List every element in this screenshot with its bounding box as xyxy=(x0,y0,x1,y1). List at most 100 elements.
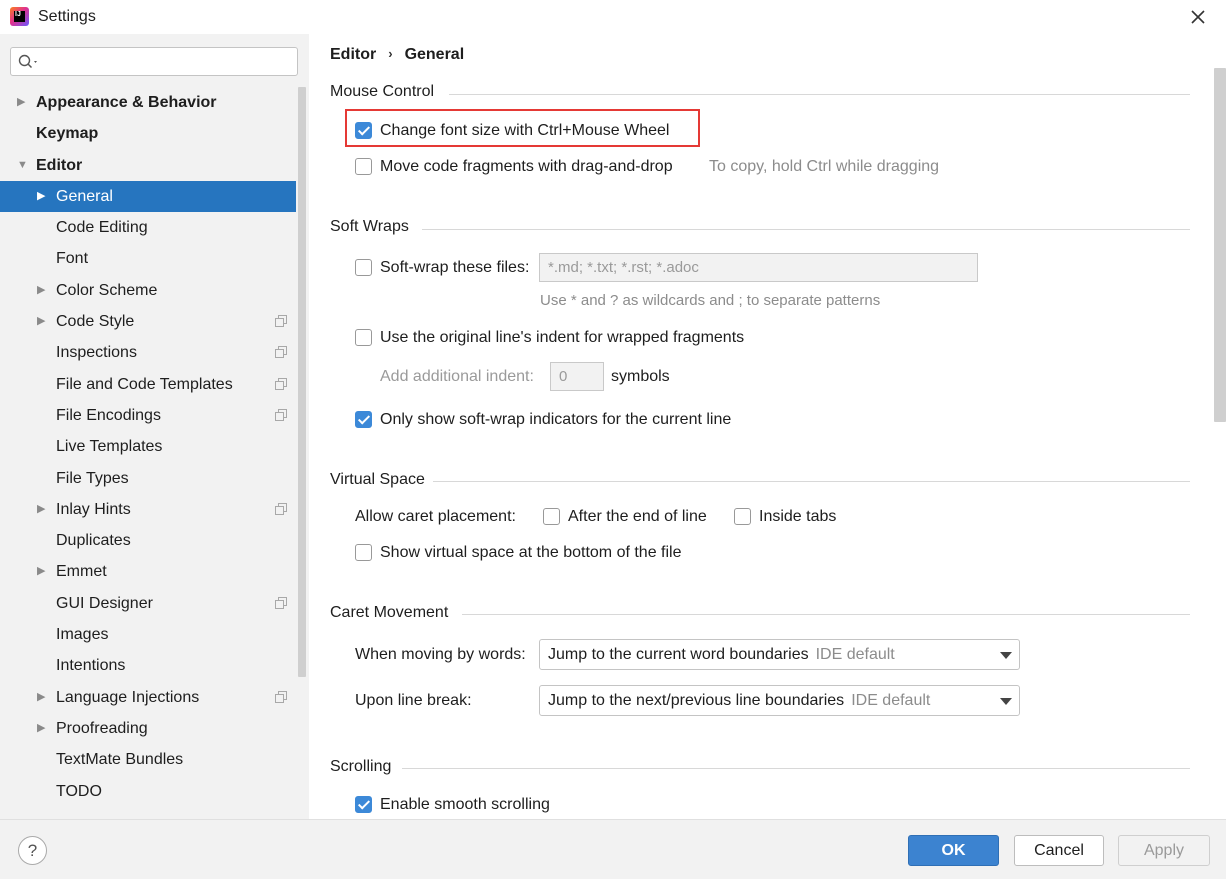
tree-item-language-injections[interactable]: ▶ Language Injections xyxy=(0,682,309,713)
soft-wrap-patterns-field[interactable]: *.md; *.txt; *.rst; *.adoc xyxy=(539,253,978,282)
tree-item-proofreading[interactable]: ▶ Proofreading xyxy=(0,713,309,744)
tree-item-live-templates[interactable]: Live Templates xyxy=(0,431,309,462)
apply-button[interactable]: Apply xyxy=(1118,835,1210,866)
sidebar-scrollbar-thumb[interactable] xyxy=(298,87,306,677)
project-settings-icon xyxy=(275,596,287,609)
soft-wrap-label[interactable]: Soft-wrap these files: xyxy=(380,259,529,277)
section-divider xyxy=(462,614,1190,615)
drag-drop-hint: To copy, hold Ctrl while dragging xyxy=(709,158,940,175)
drag-drop-checkbox[interactable] xyxy=(355,158,372,175)
tree-item-label: Editor xyxy=(36,156,83,174)
tree-item-label: Language Injections xyxy=(56,688,200,706)
tree-item-duplicates[interactable]: Duplicates xyxy=(0,525,309,556)
after-end-of-line-checkbox[interactable] xyxy=(543,508,560,525)
line-break-value: Jump to the next/previous line boundarie… xyxy=(548,692,845,709)
tree-item-label: Code Editing xyxy=(56,219,148,237)
expand-right-icon[interactable]: ▶ xyxy=(37,713,45,744)
drag-drop-label[interactable]: Move code fragments with drag-and-drop xyxy=(380,158,673,176)
tree-item-file-encodings[interactable]: File Encodings xyxy=(0,400,309,431)
original-indent-label[interactable]: Use the original line's indent for wrapp… xyxy=(380,329,744,347)
breadcrumb-current: General xyxy=(404,46,465,63)
tree-item-label: File Encodings xyxy=(56,406,161,424)
virtual-space-bottom-label[interactable]: Show virtual space at the bottom of the … xyxy=(380,544,682,562)
tree-item-font[interactable]: Font xyxy=(0,243,309,274)
section-title-caret-movement: Caret Movement xyxy=(330,604,449,621)
symbols-label: symbols xyxy=(611,368,670,385)
expand-right-icon[interactable]: ▶ xyxy=(37,682,45,713)
project-settings-icon xyxy=(275,315,287,328)
tree-item-appearance-behavior[interactable]: ▶ Appearance & Behavior xyxy=(0,87,309,118)
tree-item-emmet[interactable]: ▶ Emmet xyxy=(0,556,309,587)
ok-button[interactable]: OK xyxy=(908,835,999,866)
smooth-scrolling-checkbox[interactable] xyxy=(355,796,372,813)
content-scrollbar-thumb[interactable] xyxy=(1214,68,1226,422)
expand-right-icon[interactable]: ▶ xyxy=(37,494,45,525)
smooth-scrolling-label[interactable]: Enable smooth scrolling xyxy=(380,796,550,814)
app-icon-text: IJ xyxy=(15,11,21,18)
tree-item-inspections[interactable]: Inspections xyxy=(0,337,309,368)
moving-by-words-default: IDE default xyxy=(815,646,895,663)
tree-item-label: File Types xyxy=(56,469,129,487)
tree-item-code-editing[interactable]: Code Editing xyxy=(0,212,309,243)
settings-content: Editor › General Mouse Control Change font… xyxy=(309,34,1226,819)
tree-item-file-and-code-templates[interactable]: File and Code Templates xyxy=(0,369,309,400)
section-title-mouse-control: Mouse Control xyxy=(330,83,435,100)
expand-right-icon[interactable]: ▶ xyxy=(37,306,45,337)
soft-wrap-hint: Use * and ? as wildcards and ; to separa… xyxy=(540,292,881,309)
original-indent-checkbox[interactable] xyxy=(355,329,372,346)
close-icon[interactable] xyxy=(1186,5,1210,29)
change-font-size-checkbox[interactable] xyxy=(355,122,372,139)
breadcrumb-parent[interactable]: Editor xyxy=(330,46,376,63)
tree-item-label: Keymap xyxy=(36,125,99,143)
tree-item-inlay-hints[interactable]: ▶ Inlay Hints xyxy=(0,494,309,525)
expand-right-icon[interactable]: ▶ xyxy=(37,275,45,306)
tree-item-label: Emmet xyxy=(56,563,107,581)
virtual-space-bottom-checkbox[interactable] xyxy=(355,544,372,561)
inside-tabs-checkbox[interactable] xyxy=(734,508,751,525)
tree-item-textmate-bundles[interactable]: TextMate Bundles xyxy=(0,744,309,775)
soft-wrap-indicators-label[interactable]: Only show soft-wrap indicators for the c… xyxy=(380,411,731,429)
tree-item-gui-designer[interactable]: GUI Designer xyxy=(0,588,309,619)
line-break-dropdown[interactable]: Jump to the next/previous line boundarie… xyxy=(539,685,1020,716)
tree-item-general[interactable]: ▶ General xyxy=(0,180,309,213)
moving-by-words-dropdown[interactable]: Jump to the current word boundaries IDE d… xyxy=(539,639,1020,670)
title-bar: IJ Settings xyxy=(0,0,1226,34)
tree-item-editor[interactable]: ▼ Editor xyxy=(0,150,309,181)
tree-item-keymap[interactable]: Keymap xyxy=(0,118,309,149)
tree-item-todo[interactable]: TODO xyxy=(0,776,309,807)
inside-tabs-label[interactable]: Inside tabs xyxy=(759,508,836,526)
moving-by-words-value: Jump to the current word boundaries xyxy=(548,646,809,663)
tree-item-label: Font xyxy=(56,250,89,268)
chevron-down-icon xyxy=(1000,652,1012,659)
settings-tree: ▶ Appearance & Behavior Keymap ▼ Editor ▶ Gene… xyxy=(0,87,309,807)
change-font-size-label[interactable]: Change font size with Ctrl+Mouse Wheel xyxy=(380,122,669,140)
expand-right-icon[interactable]: ▶ xyxy=(17,87,25,118)
after-end-of-line-label[interactable]: After the end of line xyxy=(568,508,707,526)
tree-item-intentions[interactable]: Intentions xyxy=(0,650,309,681)
tree-item-label: Inlay Hints xyxy=(56,500,131,518)
line-break-default: IDE default xyxy=(851,692,931,709)
tree-item-code-style[interactable]: ▶ Code Style xyxy=(0,306,309,337)
help-icon[interactable]: ? xyxy=(18,836,47,865)
expand-down-icon[interactable]: ▼ xyxy=(17,150,28,181)
section-divider xyxy=(449,94,1190,95)
search-icon xyxy=(18,54,37,69)
tree-item-file-types[interactable]: File Types xyxy=(0,463,309,494)
expand-right-icon[interactable]: ▶ xyxy=(37,181,45,212)
chevron-down-icon xyxy=(1000,698,1012,705)
search-input[interactable] xyxy=(10,47,298,76)
tree-item-images[interactable]: Images xyxy=(0,619,309,650)
tree-item-label: Code Style xyxy=(56,313,135,331)
soft-wrap-indicators-checkbox[interactable] xyxy=(355,411,372,428)
additional-indent-field[interactable]: 0 xyxy=(550,362,604,391)
soft-wrap-checkbox[interactable] xyxy=(355,259,372,276)
sidebar-scrollbar[interactable] xyxy=(296,87,309,819)
expand-right-icon[interactable]: ▶ xyxy=(37,556,45,587)
project-settings-icon xyxy=(275,690,287,703)
cancel-button[interactable]: Cancel xyxy=(1014,835,1104,866)
window-title: Settings xyxy=(38,8,96,25)
project-settings-icon xyxy=(275,346,287,359)
tree-item-color-scheme[interactable]: ▶ Color Scheme xyxy=(0,275,309,306)
tree-item-label: File and Code Templates xyxy=(56,375,233,393)
breadcrumb-separator-icon: › xyxy=(388,46,393,61)
